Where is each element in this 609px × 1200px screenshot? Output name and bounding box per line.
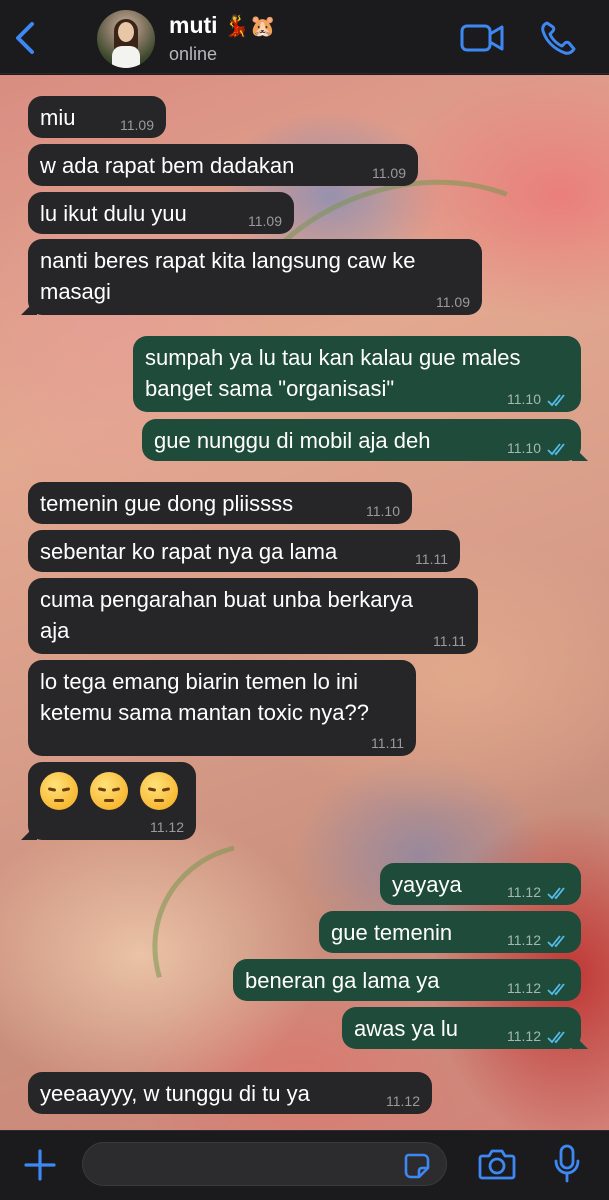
message-incoming[interactable]: miu 11.09 [28,96,166,138]
pensive-face-icon [140,772,178,810]
message-incoming[interactable]: w ada rapat bem dadakan 11.09 [28,144,418,186]
message-incoming[interactable]: temenin gue dong pliissss 11.10 [28,482,412,524]
message-time: 11.11 [433,633,466,649]
video-camera-icon [460,24,504,52]
back-button[interactable] [8,18,44,58]
contact-name[interactable]: muti 💃🐹 [169,12,276,39]
microphone-icon [554,1144,580,1183]
sticker-icon [404,1153,430,1179]
voice-message-button[interactable] [552,1143,582,1190]
read-ticks-icon [547,1031,565,1044]
message-time: 11.12 [507,932,541,948]
contact-emoji: 💃🐹 [223,15,276,38]
pensive-face-icon [90,772,128,810]
message-time: 11.09 [248,213,282,229]
message-incoming[interactable]: cuma pengarahan buat unba berkarya aja 1… [28,578,478,654]
message-text: miu [40,105,76,130]
avatar[interactable] [97,10,155,68]
message-time: 11.12 [386,1093,420,1109]
message-time: 11.12 [507,884,541,900]
composer-bar [0,1130,609,1200]
message-incoming[interactable]: nanti beres rapat kita langsung caw ke m… [21,239,482,315]
message-incoming[interactable]: lu ikut dulu yuu 11.09 [28,192,294,234]
message-text: lu ikut dulu yuu [40,201,187,226]
message-text: sumpah ya lu tau kan kalau gue males ban… [145,345,521,401]
chevron-left-icon [16,22,34,54]
message-incoming[interactable]: yeeaayyy, w tunggu di tu ya 11.12 [28,1072,432,1114]
camera-icon [478,1149,516,1180]
message-text: lo tega emang biarin temen lo ini ketemu… [40,669,369,725]
message-outgoing[interactable]: yayaya 11.12 [380,863,581,905]
phone-icon [541,21,576,55]
chat-wallpaper[interactable]: miu 11.09 w ada rapat bem dadakan 11.09 … [0,75,609,1130]
voice-call-button[interactable] [540,20,578,61]
message-time: 11.12 [507,1028,541,1044]
message-outgoing[interactable]: gue temenin 11.12 [319,911,581,953]
message-text: gue temenin [331,920,453,945]
message-time: 11.09 [120,117,154,133]
message-text: yeeaayyy, w tunggu di tu ya [40,1081,310,1106]
emoji-row [40,768,184,810]
pensive-face-icon [40,772,78,810]
message-time: 11.12 [150,819,184,835]
read-ticks-icon [547,935,565,948]
read-ticks-icon [547,983,565,996]
message-incoming[interactable]: sebentar ko rapat nya ga lama 11.11 [28,530,460,572]
read-ticks-icon [547,394,565,407]
sticker-button[interactable] [403,1152,431,1185]
message-incoming[interactable]: lo tega emang biarin temen lo ini ketemu… [28,660,416,756]
attach-button[interactable] [22,1147,58,1188]
message-text: gue nunggu di mobil aja deh [154,428,431,453]
message-text: cuma pengarahan buat unba berkarya aja [40,587,414,643]
message-time: 11.10 [366,503,400,519]
camera-button[interactable] [478,1147,516,1186]
read-ticks-icon [547,887,565,900]
video-call-button[interactable] [460,22,504,59]
message-time: 11.12 [507,980,541,996]
contact-status: online [169,44,218,64]
message-text: temenin gue dong pliissss [40,491,294,516]
message-text: awas ya lu [354,1016,458,1041]
chat-header: muti 💃🐹 online [0,0,609,74]
message-text: yayaya [392,872,462,897]
message-outgoing[interactable]: awas ya lu 11.12 [342,1007,588,1049]
read-ticks-icon [547,443,565,456]
message-outgoing[interactable]: beneran ga lama ya 11.12 [233,959,581,1001]
message-outgoing[interactable]: gue nunggu di mobil aja deh 11.10 [142,419,588,461]
message-time: 11.10 [507,440,541,456]
message-text: beneran ga lama ya [245,968,440,993]
message-outgoing[interactable]: sumpah ya lu tau kan kalau gue males ban… [133,336,581,412]
message-time: 11.10 [507,391,541,407]
message-text: sebentar ko rapat nya ga lama [40,539,338,564]
message-time: 11.11 [415,551,448,567]
message-time: 11.09 [436,294,470,310]
message-time: 11.09 [372,165,406,181]
message-text: nanti beres rapat kita langsung caw ke m… [40,248,416,304]
message-input[interactable] [82,1142,447,1186]
message-time: 11.11 [371,735,404,751]
plus-icon [24,1149,56,1181]
message-text: w ada rapat bem dadakan [40,153,295,178]
message-incoming[interactable]: 11.12 [21,762,196,840]
contact-name-text: muti [169,12,218,38]
